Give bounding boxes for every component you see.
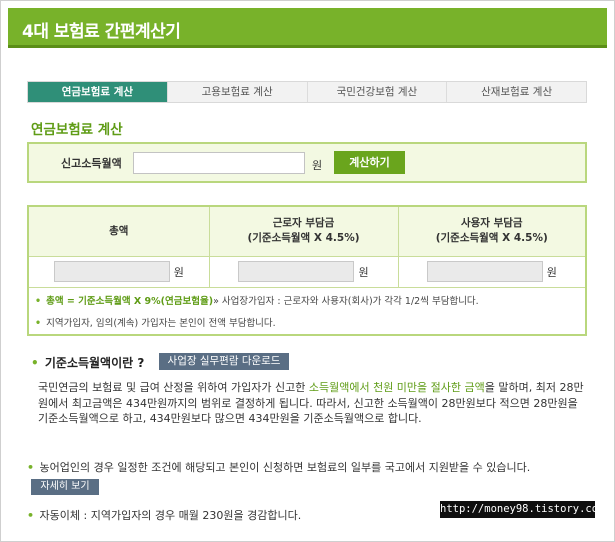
download-button[interactable]: 사업장 실무편람 다운로드: [159, 353, 289, 370]
tab-pension[interactable]: 연금보험료 계산: [28, 82, 168, 102]
bullet-icon: •: [31, 356, 39, 370]
note-regional: • 지역가입자, 임의(계속) 가입자는 본인이 전액 부담합니다.: [35, 318, 276, 329]
result-table: 총액 근로자 부담금 (기준소득월액 X 4.5%) 사용자 부담금 (기준소득월액…: [29, 207, 585, 288]
detail-button[interactable]: 자세히 보기: [31, 479, 99, 495]
tab-bar: 연금보험료 계산 고용보험료 계산 국민건강보험 계산 산재보험료 계산: [27, 81, 587, 103]
total-cell: 원: [29, 256, 210, 288]
worker-cell: 원: [209, 256, 399, 288]
employer-output: [426, 261, 543, 282]
header-worker: 근로자 부담금 (기준소득월액 X 4.5%): [209, 207, 399, 257]
tab-industrial[interactable]: 산재보험료 계산: [447, 82, 586, 102]
bullet-icon: •: [27, 461, 35, 474]
tab-health[interactable]: 국민건강보험 계산: [308, 82, 448, 102]
bullet-icon: •: [35, 296, 42, 307]
total-unit: 원: [173, 265, 184, 279]
bullet-icon: •: [27, 509, 35, 522]
farm-support-text: • 농어업인의 경우 일정한 조건에 해당되고 본인이 신청하면 보험료의 일부…: [27, 458, 587, 496]
header-employer: 사용자 부담금 (기준소득월액 X 4.5%): [398, 207, 585, 257]
result-panel: 총액 근로자 부담금 (기준소득월액 X 4.5%) 사용자 부담금 (기준소득월액…: [27, 205, 587, 336]
page-title: 4대 보험료 간편계산기: [22, 22, 181, 42]
income-unit: 원: [312, 159, 323, 172]
section-title: 연금보험료 계산: [31, 122, 123, 138]
url-watermark: http://money98.tistory.com: [440, 501, 604, 518]
auto-transfer-text: • 자동이체 : 지역가입자의 경우 매월 230원을 경감합니다.: [27, 509, 302, 522]
total-output: [53, 261, 170, 282]
income-input-panel: 신고소득월액 원 계산하기: [27, 142, 587, 183]
question-heading: • 기준소득월액이란 ?: [31, 356, 145, 370]
definition-paragraph: 국민연금의 보험료 및 급여 산정을 위하여 가입자가 신고한 소득월액에서 천…: [38, 381, 584, 425]
employer-cell: 원: [398, 256, 585, 288]
header-banner: 4대 보험료 간편계산기: [8, 8, 607, 48]
calculate-button[interactable]: 계산하기: [334, 151, 405, 174]
employer-unit: 원: [546, 265, 557, 279]
result-notes: • 총액 = 기준소득월액 X 9%(연금보험율)» 사업장가입자 : 근로자와…: [35, 291, 479, 335]
header-total: 총액: [29, 207, 210, 257]
worker-output: [238, 261, 355, 282]
note-formula: • 총액 = 기준소득월액 X 9%(연금보험율)» 사업장가입자 : 근로자와…: [35, 296, 479, 307]
bullet-icon: •: [35, 318, 42, 329]
definition-highlight: 소득월액에서 천원 미만을 절사한 금액: [308, 381, 485, 394]
worker-unit: 원: [358, 265, 369, 279]
tab-employment[interactable]: 고용보험료 계산: [168, 82, 308, 102]
income-input[interactable]: [133, 152, 305, 174]
income-label: 신고소득월액: [61, 157, 122, 170]
